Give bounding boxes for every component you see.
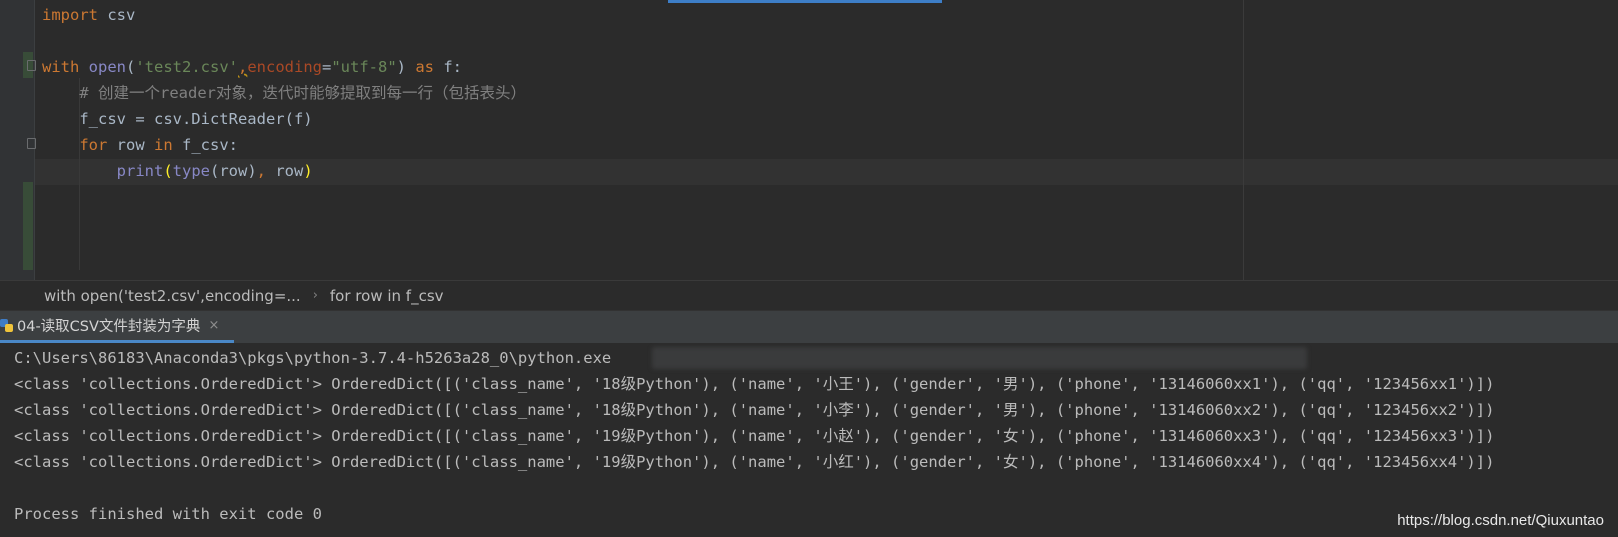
fold-icon[interactable] [27, 138, 36, 149]
code-token: , [238, 58, 248, 76]
code-token: ( [163, 162, 173, 180]
code-line[interactable]: # 创建一个reader对象，迭代时能够提取到每一行（包括表头） [42, 80, 526, 106]
breadcrumb-item-for-loop[interactable]: for row in f_csv [330, 287, 444, 305]
code-token: row [107, 136, 154, 154]
breadcrumb-item-with-open[interactable]: with open('test2.csv',encoding=... [44, 287, 301, 305]
chevron-right-icon: › [312, 288, 318, 303]
code-token: print [116, 162, 164, 180]
code-token: type [172, 162, 210, 180]
code-token: for [79, 136, 108, 154]
code-token: row [266, 162, 304, 180]
code-token: f: [434, 58, 463, 76]
code-token: with [42, 58, 80, 76]
code-token: # 创建一个reader对象，迭代时能够提取到每一行（包括表头） [42, 84, 526, 102]
breadcrumb: with open('test2.csv',encoding=... › for… [0, 280, 1618, 310]
code-token: ( [126, 58, 136, 76]
run-tool-window-header: 04-读取CSV文件封装为字典 × [0, 310, 1618, 343]
code-line[interactable]: import csv [42, 2, 526, 28]
editor-scroll-indicator [668, 0, 942, 3]
code-line[interactable] [42, 28, 526, 54]
code-token: 'test2.csv' [135, 58, 238, 76]
right-margin-guide [1243, 0, 1244, 280]
run-console[interactable]: C:\Users\86183\Anaconda3\pkgs\python-3.7… [0, 343, 1618, 537]
console-line: <class 'collections.OrderedDict'> Ordere… [14, 401, 1495, 419]
run-tab-label: 04-读取CSV文件封装为字典 [17, 319, 201, 335]
code-token: , [256, 162, 267, 180]
fold-icon[interactable] [27, 60, 36, 71]
code-token: csv [98, 6, 136, 24]
watermark: https://blog.csdn.net/Qiuxuntao [1397, 512, 1604, 529]
code-line[interactable]: print(type(row), row) [42, 158, 526, 184]
redacted-region [652, 347, 1307, 369]
editor-gutter[interactable] [0, 0, 36, 280]
code-token: ) [396, 58, 416, 76]
code-token: (row) [210, 162, 257, 180]
code-line[interactable]: for row in f_csv: [42, 132, 526, 158]
console-line: <class 'collections.OrderedDict'> Ordere… [14, 453, 1495, 471]
vcs-change-marker [23, 182, 33, 270]
console-output: C:\Users\86183\Anaconda3\pkgs\python-3.7… [14, 345, 1494, 527]
run-tab[interactable]: 04-读取CSV文件封装为字典 × [0, 311, 234, 343]
code-editor[interactable]: import csv with open('test2.csv',encodin… [0, 0, 1618, 280]
close-icon[interactable]: × [208, 318, 219, 333]
code-line[interactable]: f_csv = csv.DictReader(f) [42, 106, 526, 132]
python-icon [0, 319, 13, 332]
code-token: as [415, 58, 435, 76]
console-line: Process finished with exit code 0 [14, 505, 322, 523]
code-token: f_csv = csv.DictReader(f) [42, 110, 313, 128]
code-token: import [42, 6, 98, 24]
code-token: in [154, 136, 173, 154]
console-line: <class 'collections.OrderedDict'> Ordere… [14, 427, 1495, 445]
code-line[interactable]: with open('test2.csv',encoding="utf-8") … [42, 54, 526, 80]
source-code[interactable]: import csv with open('test2.csv',encodin… [42, 2, 526, 184]
code-token: = [322, 58, 332, 76]
code-token: open [88, 58, 126, 76]
code-token: ) [303, 162, 313, 180]
code-token: "utf-8" [331, 58, 397, 76]
code-token: encoding [247, 58, 322, 76]
console-line: <class 'collections.OrderedDict'> Ordere… [14, 375, 1495, 393]
code-token: f_csv: [172, 136, 238, 154]
